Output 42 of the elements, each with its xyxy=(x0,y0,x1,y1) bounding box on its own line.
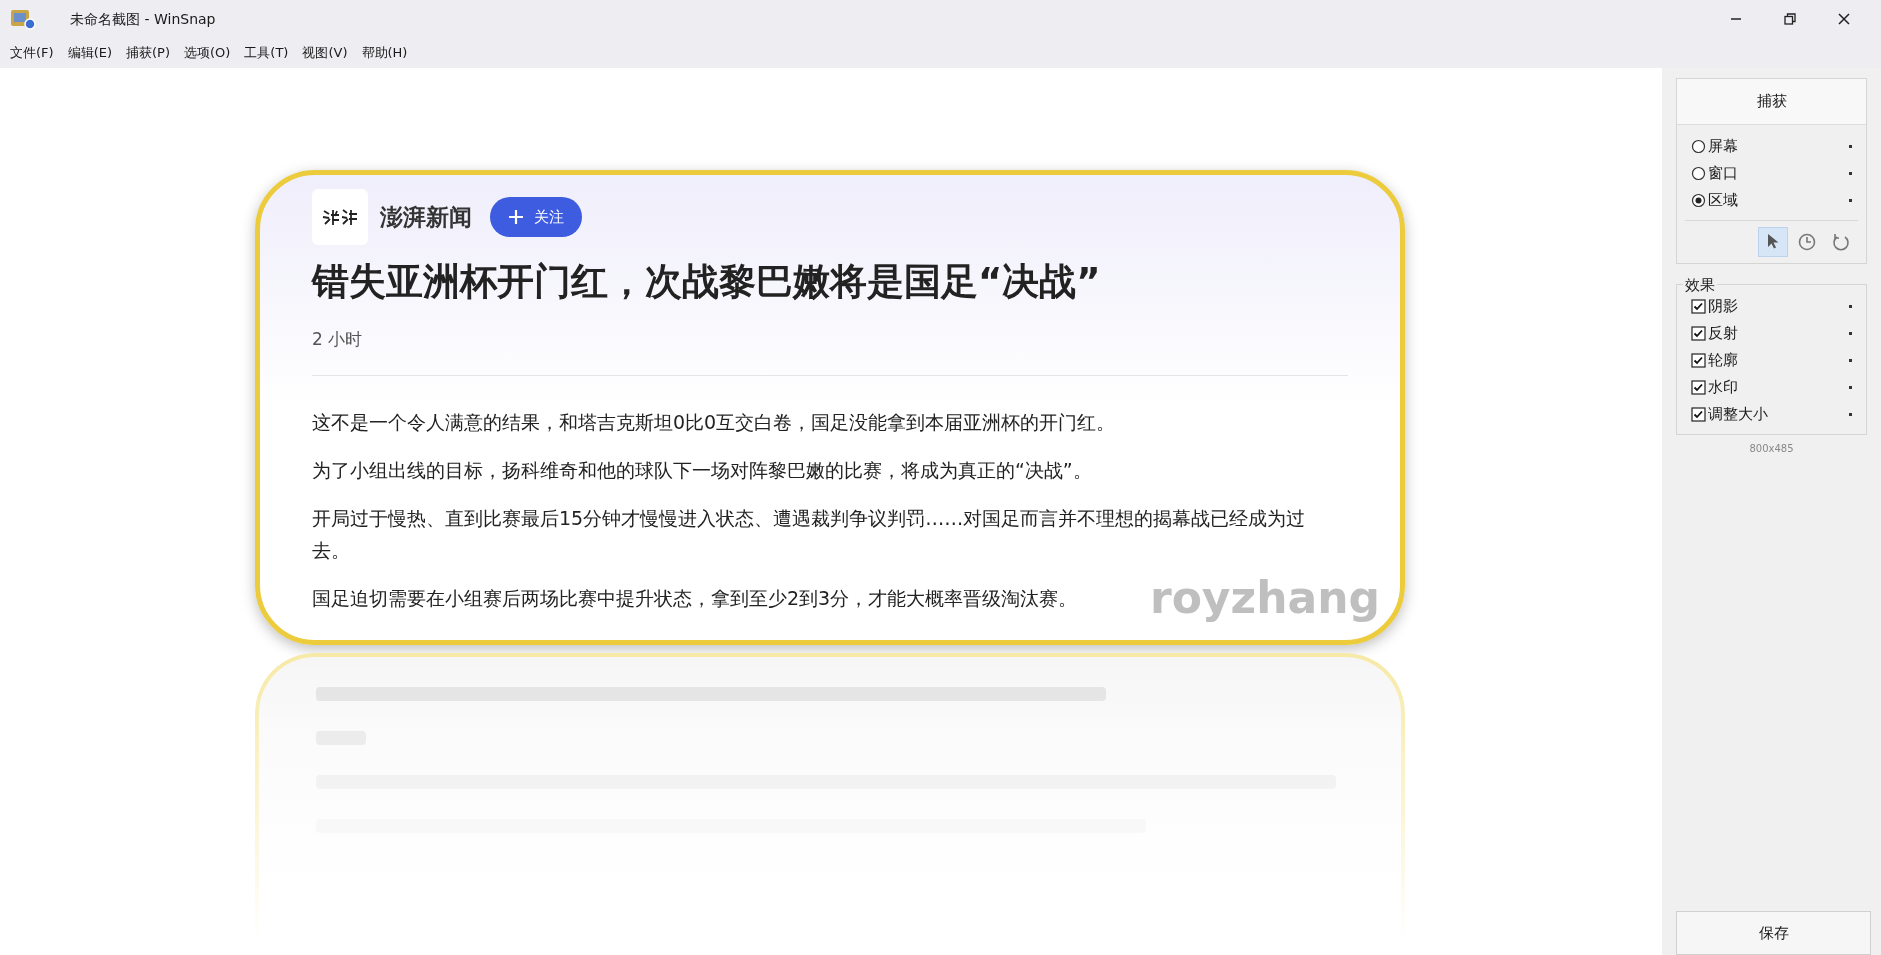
menu-item[interactable]: 捕获(P) xyxy=(120,41,176,65)
image-size: 800x485 xyxy=(1749,442,1794,456)
checkbox[interactable] xyxy=(1691,380,1706,395)
article-paragraph: 这不是一个令人满意的结果，和塔吉克斯坦0比0互交白卷，国足没能拿到本届亚洲杯的开门红。 xyxy=(312,409,1116,435)
article-paragraph: 开局过于慢热、直到比赛最后15分钟才慢慢进入状态、遭遇裁判争议判罚……对国足而言并不理想的揭幕战已经成为过去。 xyxy=(312,505,1307,563)
menu-item[interactable]: 工具(T) xyxy=(238,41,295,65)
radio-label[interactable]: 窗口 xyxy=(1708,162,1738,185)
radio-label[interactable]: 屏幕 xyxy=(1708,135,1738,158)
checkbox[interactable] xyxy=(1691,353,1706,368)
checkbox[interactable] xyxy=(1691,326,1706,341)
checkbox[interactable] xyxy=(1691,407,1706,422)
restore-icon xyxy=(1784,13,1796,25)
radio-label[interactable]: 区域 xyxy=(1708,189,1738,212)
checkbox-label[interactable]: 反射 xyxy=(1708,322,1738,345)
menu-item[interactable]: 帮助(H) xyxy=(355,41,414,65)
plus-icon xyxy=(508,209,524,225)
checkbox-label[interactable]: 调整大小 xyxy=(1708,403,1768,426)
menu-item[interactable]: 编辑(E) xyxy=(61,41,118,65)
window-title: 未命名截图 - WinSnap xyxy=(70,9,216,29)
checkbox[interactable] xyxy=(1691,299,1706,314)
article-paragraph: 为了小组出线的目标，扬科维奇和他的球队下一场对阵黎巴嫩的比赛，将成为真正的“决战”。 xyxy=(312,457,1092,483)
save-button[interactable]: 保存 xyxy=(1676,911,1871,955)
source-name: 澎湃新闻 xyxy=(380,202,472,232)
checkbox-label[interactable]: 阴影 xyxy=(1708,295,1738,318)
app-icon xyxy=(10,7,36,31)
watermark-text: royzhang xyxy=(1149,571,1380,625)
radio-button[interactable] xyxy=(1691,193,1706,208)
logo-icon xyxy=(312,189,368,245)
menu-item[interactable]: 文件(F) xyxy=(4,41,60,65)
checkbox-label[interactable]: 水印 xyxy=(1708,376,1738,399)
close-icon xyxy=(1838,13,1850,25)
menu-item[interactable]: 视图(V) xyxy=(296,41,354,65)
article-paragraph: 国足迫切需要在小组赛后两场比赛中提升状态，拿到至少2到3分，才能大概率晋级淘汰赛。 xyxy=(312,585,1078,611)
follow-button[interactable]: 关注 xyxy=(490,197,582,237)
article-headline: 错失亚洲杯开门红，次战黎巴嫩将是国足“决战” xyxy=(312,259,1102,305)
menu-item[interactable]: 选项(O) xyxy=(177,41,237,65)
radio-button[interactable] xyxy=(1691,139,1706,154)
checkbox-label[interactable]: 轮廓 xyxy=(1708,349,1738,372)
radio-button[interactable] xyxy=(1691,166,1706,181)
capture-button[interactable]: 捕获 xyxy=(1677,79,1866,125)
pointer-icon[interactable] xyxy=(1758,227,1788,257)
article-time: 2 小时 xyxy=(312,328,364,352)
